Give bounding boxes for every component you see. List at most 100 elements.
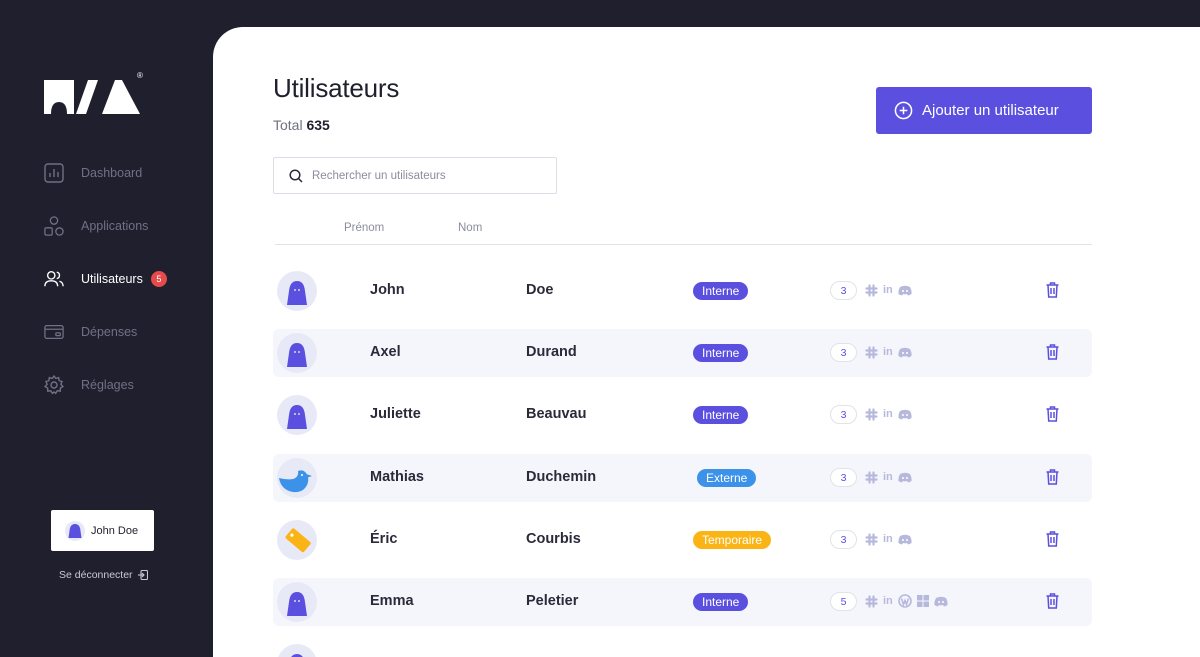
page-title: Utilisateurs (273, 73, 400, 103)
linkedin-icon: in (883, 346, 893, 358)
ghost-avatar-icon (287, 281, 307, 305)
table-row[interactable]: Emma Peletier Interne 5 in (273, 578, 1092, 626)
slack-icon (865, 283, 878, 297)
current-user-card[interactable]: John Doe (51, 510, 154, 551)
app-icons: in (865, 345, 917, 359)
chart-icon (44, 163, 64, 183)
add-user-button[interactable]: Ajouter un utilisateur (876, 87, 1092, 134)
logout-link[interactable]: Se déconnecter (59, 569, 148, 581)
last-name: Beauvau (526, 406, 587, 422)
app-count-badge: 3 (830, 530, 857, 549)
sidebar: ® Dashboard Applications Utilisateurs 5 … (0, 0, 213, 657)
status-badge: Interne (693, 406, 749, 424)
sidebar-item-depenses[interactable]: Dépenses (44, 321, 137, 343)
registered-mark: ® (137, 72, 143, 80)
app-count-badge: 3 (830, 405, 857, 424)
sidebar-item-dashboard[interactable]: Dashboard (44, 162, 142, 184)
status-badge: Interne (693, 282, 749, 300)
delete-user-button[interactable] (1046, 593, 1059, 614)
sidebar-item-label: Applications (81, 219, 149, 233)
discord-icon (898, 470, 912, 484)
credit-card-icon (44, 322, 64, 342)
status-badge: Interne (693, 593, 749, 611)
discord-icon (898, 407, 912, 421)
slack-icon (865, 470, 878, 484)
avatar (65, 520, 85, 541)
total-label: Total (273, 117, 303, 133)
brand-logo[interactable]: ® (44, 71, 154, 121)
table-row[interactable]: John Doe Interne 3 in (273, 267, 1092, 315)
linkedin-icon: in (883, 408, 893, 420)
ghost-avatar-icon (291, 654, 303, 657)
sidebar-item-label: Dashboard (81, 166, 143, 180)
delete-user-button[interactable] (1046, 406, 1059, 427)
status-badge: Temporaire (693, 531, 772, 549)
avatar (277, 395, 317, 435)
discord-icon (898, 283, 912, 297)
avatar (277, 582, 317, 622)
search-box[interactable] (273, 157, 557, 194)
discord-icon (934, 594, 948, 608)
avatar (277, 520, 317, 560)
current-user-name: John Doe (91, 524, 139, 537)
ghost-avatar-icon (287, 343, 307, 367)
first-name: Axel (370, 344, 401, 360)
column-header-nom[interactable]: Nom (458, 222, 482, 234)
last-name: Durand (526, 344, 577, 360)
first-name: Emma (370, 593, 414, 609)
sidebar-item-label: Réglages (81, 378, 134, 392)
slack-icon (865, 532, 878, 546)
delete-user-button[interactable] (1046, 531, 1059, 552)
table-row[interactable]: Axel Durand Interne 3 in (273, 329, 1092, 377)
main-panel: Utilisateurs Total 635 Ajouter un utilis… (213, 27, 1200, 657)
sidebar-item-label: Dépenses (81, 325, 138, 339)
notification-badge: 5 (150, 271, 167, 287)
logout-icon (137, 570, 148, 580)
first-name: Mathias (370, 469, 424, 485)
slack-icon (865, 594, 878, 608)
linkedin-icon: in (883, 533, 893, 545)
avatar (277, 644, 317, 657)
sidebar-item-reglages[interactable]: Réglages (44, 374, 134, 396)
windows-icon (916, 594, 929, 608)
header-divider (275, 244, 1092, 245)
users-icon (44, 269, 64, 289)
shapes-icon (44, 216, 64, 236)
bird-avatar-icon (279, 470, 312, 493)
search-input[interactable] (312, 169, 532, 182)
ghost-avatar-icon (287, 405, 307, 429)
avatar (277, 333, 317, 373)
sidebar-item-utilisateurs[interactable]: Utilisateurs 5 (44, 268, 167, 290)
app-icons: in (865, 532, 917, 546)
app-icons: in (865, 407, 917, 421)
app-icons: in (865, 594, 953, 608)
sidebar-item-applications[interactable]: Applications (44, 215, 148, 237)
discord-icon (898, 532, 912, 546)
trash-icon (1046, 469, 1059, 485)
app-count-badge: 3 (830, 343, 857, 362)
table-row[interactable]: Mathias Duchemin Externe 3 in (273, 454, 1092, 502)
discord-icon (898, 345, 912, 359)
slack-icon (865, 407, 878, 421)
delete-user-button[interactable] (1046, 344, 1059, 365)
logout-label: Se déconnecter (59, 569, 133, 581)
table-row[interactable]: Juliette Beauvau Interne 3 in (273, 391, 1092, 439)
last-name: Duchemin (526, 469, 597, 485)
trash-icon (1046, 282, 1059, 298)
delete-user-button[interactable] (1046, 282, 1059, 303)
last-name: Courbis (526, 531, 581, 547)
add-user-button-label: Ajouter un utilisateur (922, 102, 1059, 119)
linkedin-icon: in (883, 471, 893, 483)
sidebar-item-label: Utilisateurs (81, 272, 143, 286)
trash-icon (1046, 593, 1059, 609)
tag-avatar-icon (285, 528, 311, 553)
trash-icon (1046, 406, 1059, 422)
table-row[interactable] (273, 640, 1092, 657)
linkedin-icon: in (883, 595, 893, 607)
table-row[interactable]: Éric Courbis Temporaire 3 in (273, 516, 1092, 564)
column-header-prenom[interactable]: Prénom (344, 222, 384, 234)
total-count: Total 635 (273, 117, 330, 133)
delete-user-button[interactable] (1046, 469, 1059, 490)
trash-icon (1046, 531, 1059, 547)
search-icon (289, 168, 303, 183)
